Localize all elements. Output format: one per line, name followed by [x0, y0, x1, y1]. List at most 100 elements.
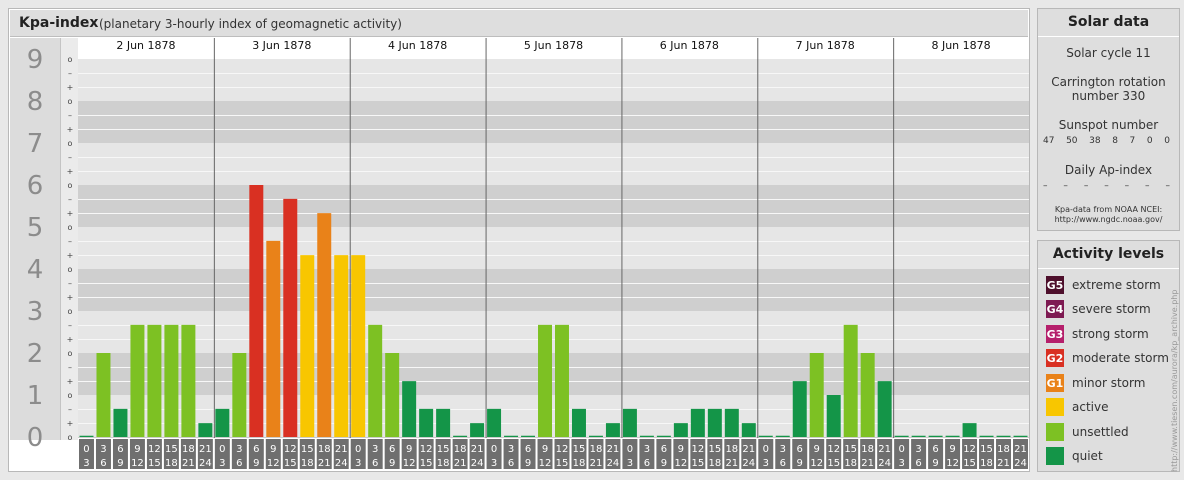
level-label: unsettled [1072, 425, 1129, 439]
time-start-label: 18 [997, 444, 1010, 455]
y-tick-label: 2 [27, 339, 44, 369]
kp-bar [605, 423, 620, 437]
time-end-label: 3 [491, 458, 497, 469]
sunspot-value: 50 [1066, 136, 1078, 146]
time-start-label: 12 [963, 444, 976, 455]
time-end-label: 21 [182, 458, 195, 469]
time-start-label: 15 [165, 444, 178, 455]
time-end-label: 15 [691, 458, 704, 469]
time-end-label: 24 [607, 458, 620, 469]
time-start-label: 21 [471, 444, 484, 455]
kp-bar [436, 408, 451, 437]
ap-value: – [1043, 181, 1048, 191]
time-end-label: 12 [539, 458, 552, 469]
y-tick-label: 4 [27, 255, 44, 285]
sub-tick-label: – [68, 237, 72, 246]
kp-bar [538, 324, 552, 437]
baseline [78, 437, 1029, 438]
kp-bar [843, 324, 858, 437]
level-moderate-storm: G2 moderate storm [1046, 348, 1169, 368]
kp-bar [470, 423, 485, 437]
time-start-label: 0 [355, 444, 361, 455]
time-start-label: 12 [284, 444, 297, 455]
time-end-label: 9 [253, 458, 259, 469]
day-label: 8 Jun 1878 [931, 39, 990, 52]
time-end-label: 3 [898, 458, 904, 469]
level-label: moderate storm [1072, 351, 1169, 365]
time-start-label: 9 [814, 444, 820, 455]
kp-bar [911, 435, 926, 437]
y-tick-label: 9 [27, 45, 44, 75]
sub-tick-label: – [68, 321, 72, 330]
time-end-label: 24 [878, 458, 891, 469]
sub-tick-label: + [67, 125, 74, 134]
time-start-label: 0 [219, 444, 225, 455]
sub-tick-label: o [68, 307, 73, 316]
sub-tick-label: – [68, 111, 72, 120]
level-swatch: G3 [1046, 325, 1064, 343]
archive-url[interactable]: http://www.tiesen.com/aurora/kp_archive.… [1170, 250, 1184, 472]
kp-bar [877, 381, 892, 437]
sub-tick-label: + [67, 335, 74, 344]
kp-bar [351, 255, 366, 437]
time-start-label: 6 [525, 444, 531, 455]
level-swatch [1046, 398, 1064, 416]
time-end-label: 21 [725, 458, 738, 469]
time-end-label: 18 [573, 458, 586, 469]
time-start-label: 12 [556, 444, 569, 455]
time-start-label: 18 [590, 444, 603, 455]
sub-tick-label: – [68, 279, 72, 288]
kpa-bar-chart: 0123456789o+–o+–o+–o+–o+–o+–o+–o+–o+–o2 … [10, 38, 1029, 469]
source-note-line1: Kpa-data from NOAA NCEI: [1054, 205, 1163, 214]
kp-bar [266, 240, 281, 437]
source-note-url[interactable]: http://www.ngdc.noaa.gov/ [1038, 215, 1179, 225]
sub-tick-label: + [67, 209, 74, 218]
level-band [78, 185, 1029, 227]
ap-value: – [1165, 181, 1170, 191]
time-end-label: 9 [661, 458, 667, 469]
kp-bar [181, 324, 196, 437]
kp-bar [147, 324, 162, 437]
carrington-rotation-line2: number 330 [1071, 89, 1146, 103]
time-end-label: 18 [437, 458, 450, 469]
level-band [78, 311, 1029, 353]
sunspot-number-label: Sunspot number [1058, 118, 1159, 132]
time-start-label: 9 [406, 444, 412, 455]
sub-tick-label: + [67, 251, 74, 260]
daily-ap-label: Daily Ap-index [1064, 163, 1153, 177]
sub-tick-label: o [68, 391, 73, 400]
time-start-label: 0 [763, 444, 769, 455]
sunspot-value: 0 [1164, 136, 1170, 146]
level-label: strong storm [1072, 327, 1149, 341]
level-minor-storm: G1 minor storm [1046, 373, 1145, 393]
level-severe-storm: G4 severe storm [1046, 299, 1151, 319]
kp-bar [521, 435, 536, 437]
kp-bar [385, 353, 400, 437]
time-end-label: 3 [355, 458, 361, 469]
time-end-label: 12 [267, 458, 280, 469]
y-tick-label: 0 [27, 423, 44, 453]
solar-data-panel: Solar data Solar cycle 11 Carrington rot… [1037, 8, 1180, 231]
kp-bar [1013, 435, 1028, 437]
time-end-label: 15 [827, 458, 840, 469]
time-end-label: 9 [117, 458, 123, 469]
time-end-label: 18 [708, 458, 721, 469]
time-end-label: 12 [674, 458, 687, 469]
y-tick-label: 5 [27, 213, 44, 243]
kp-bar [775, 435, 790, 437]
sub-tick-label: o [68, 181, 73, 190]
level-swatch: G1 [1046, 374, 1064, 392]
sub-tick-label: – [68, 69, 72, 78]
time-start-label: 6 [797, 444, 803, 455]
level-band [78, 59, 1029, 101]
time-start-label: 9 [542, 444, 548, 455]
sub-tick-label: – [68, 195, 72, 204]
sunspot-value: 47 [1043, 136, 1055, 146]
time-end-label: 24 [742, 458, 755, 469]
ap-value: – [1063, 181, 1068, 191]
kp-bar [453, 435, 468, 437]
level-strong-storm: G3 strong storm [1046, 324, 1149, 344]
time-start-label: 18 [861, 444, 874, 455]
solar-cycle: Solar cycle 11 [1066, 46, 1151, 60]
time-end-label: 3 [219, 458, 225, 469]
